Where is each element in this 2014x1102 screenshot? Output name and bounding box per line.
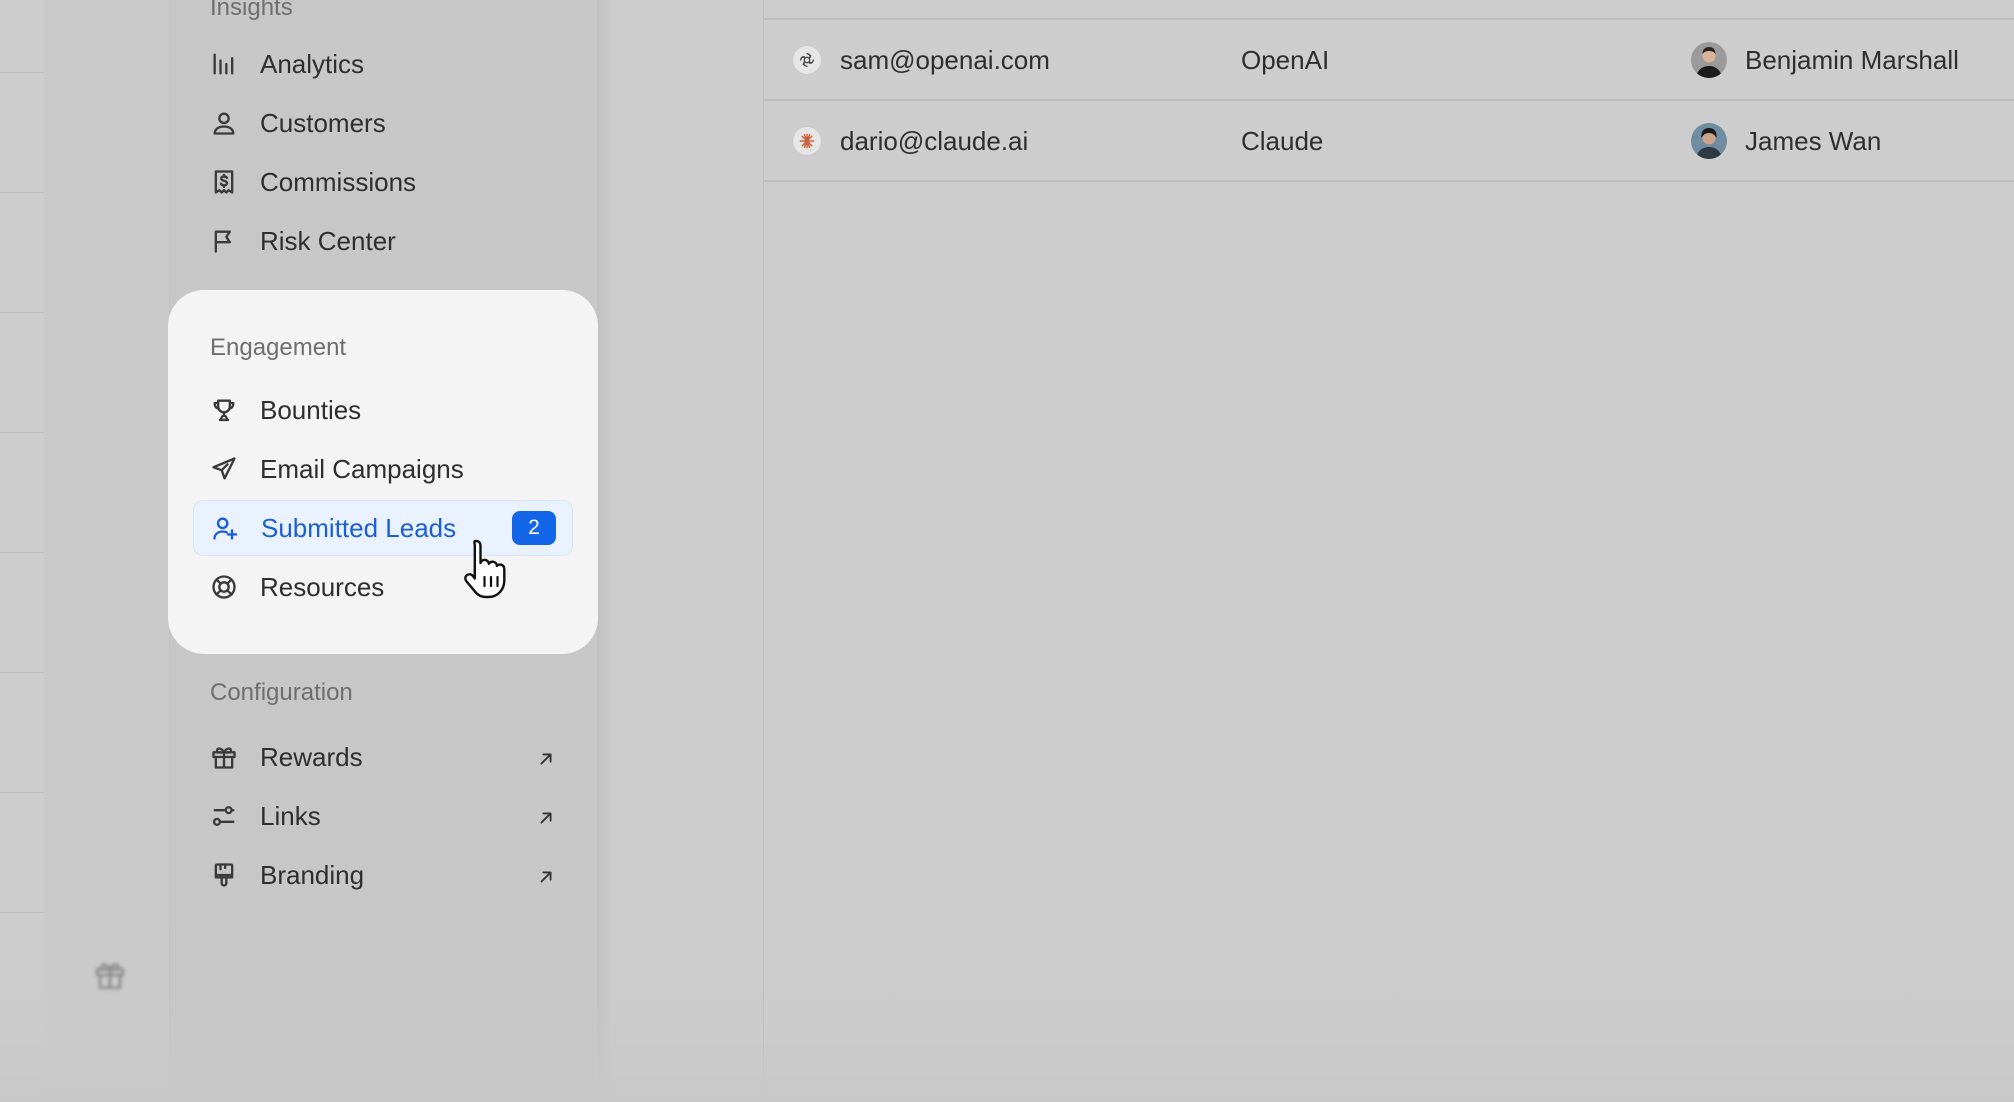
sidebar-item-analytics[interactable]: Analytics [193,36,573,92]
count-badge: 2 [512,511,556,545]
flag-icon [209,226,239,256]
hand-cursor-icon [462,537,512,601]
lead-owner-cell: James Wan [1691,123,1881,159]
sidebar-item-label: Email Campaigns [260,453,464,484]
section-label-configuration: Configuration [210,679,353,706]
sidebar-item-links[interactable]: Links [193,788,573,844]
avatar [1691,42,1727,78]
bar-chart-icon [209,49,239,79]
sidebar-item-customers[interactable]: Customers [193,95,573,151]
lead-email-cell: sam@openai.com [792,45,1050,76]
lead-company: Claude [1241,125,1324,156]
lead-email: dario@claude.ai [840,125,1029,156]
sidebar-item-label: Branding [260,859,365,890]
rail-divider [0,792,44,793]
gift-icon [209,742,239,772]
sidebar-item-label: Submitted Leads [261,512,457,543]
sidebar-item-label: Risk Center [260,225,396,256]
lifebuoy-icon [209,572,239,602]
user-icon [209,108,239,138]
sidebar-item-rewards[interactable]: Rewards [193,729,573,785]
trophy-icon [209,395,239,425]
sidebar-item-label: Analytics [260,48,365,79]
paper-plane-icon [209,454,239,484]
sidebar-item-commissions[interactable]: Commissions [193,154,573,210]
lead-email: sam@openai.com [840,44,1050,75]
lead-owner: James Wan [1745,125,1882,156]
avatar [1691,123,1727,159]
openai-logo-icon [792,45,822,75]
links-icon [209,801,239,831]
sidebar-item-risk-center[interactable]: Risk Center [193,213,573,269]
sidebar-item-submitted-leads[interactable]: Submitted Leads 2 [193,500,573,556]
rail-divider [0,552,44,553]
table-row[interactable]: sam@openai.com OpenAI Benjamin Marshall [764,20,2014,100]
rail-divider [0,72,44,73]
section-label-insights: Insights [210,0,293,21]
sidebar-item-label: Bounties [260,394,362,425]
table-row[interactable]: dario@claude.ai Claude James Wan [764,101,2014,181]
sidebar-item-label: Rewards [260,741,363,772]
rail-divider [0,312,44,313]
sidebar-item-label: Customers [260,107,386,138]
app-rail [44,0,170,1102]
user-plus-icon [210,513,240,543]
rail-divider [0,192,44,193]
rail-divider [0,432,44,433]
external-link-icon [535,746,557,768]
external-link-icon [535,864,557,886]
rail-divider [0,912,44,913]
claude-logo-icon [792,126,822,156]
sidebar-edge [597,0,611,1102]
sidebar-item-branding[interactable]: Branding [193,847,573,903]
gift-icon[interactable] [93,958,127,992]
lead-owner: Benjamin Marshall [1745,44,1959,75]
receipt-dollar-icon [209,167,239,197]
external-link-icon [535,805,557,827]
sidebar-item-resources[interactable]: Resources [193,559,573,615]
sidebar-item-label: Links [260,800,321,831]
paintbrush-icon [209,860,239,890]
lead-company: OpenAI [1241,44,1330,75]
section-label-engagement: Engagement [210,334,347,361]
sidebar-item-bounties[interactable]: Bounties [193,382,573,438]
sidebar-item-email-campaigns[interactable]: Email Campaigns [193,441,573,497]
lead-email-cell: dario@claude.ai [792,126,1028,157]
sidebar-item-label: Commissions [260,166,417,197]
sidebar-item-label: Resources [260,571,385,602]
rail-divider [0,672,44,673]
lead-owner-cell: Benjamin Marshall [1691,42,1959,78]
